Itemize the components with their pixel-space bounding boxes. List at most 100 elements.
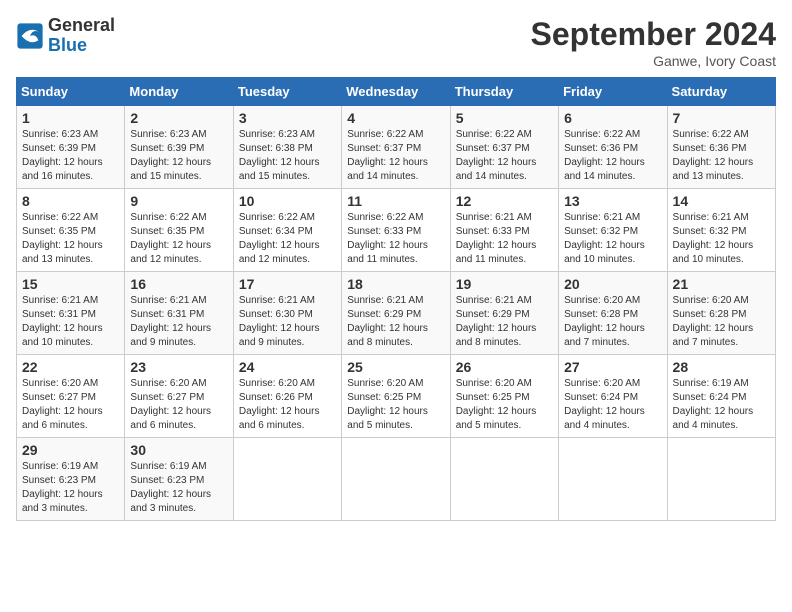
- day-info: Sunrise: 6:22 AMSunset: 6:34 PMDaylight:…: [239, 211, 336, 267]
- calendar-header-row: SundayMondayTuesdayWednesdayThursdayFrid…: [17, 78, 776, 106]
- day-number: 13: [564, 193, 661, 209]
- calendar-cell: 19 Sunrise: 6:21 AMSunset: 6:29 PMDayligh…: [450, 272, 558, 355]
- day-number: 28: [673, 359, 770, 375]
- calendar-cell: [559, 438, 667, 521]
- day-info: Sunrise: 6:22 AMSunset: 6:37 PMDaylight:…: [347, 128, 444, 184]
- calendar-cell: 8Sunrise: 6:22 AMSunset: 6:35 PMDaylight…: [17, 189, 125, 272]
- header-cell-thursday: Thursday: [450, 78, 558, 106]
- day-number: 22: [22, 359, 119, 375]
- day-info: Sunrise: 6:22 AMSunset: 6:36 PMDaylight:…: [564, 128, 661, 184]
- day-info: Sunrise: 6:19 AMSunset: 6:24 PMDaylight:…: [673, 377, 770, 433]
- header-cell-tuesday: Tuesday: [233, 78, 341, 106]
- day-info: Sunrise: 6:19 AMSunset: 6:23 PMDaylight:…: [22, 460, 119, 516]
- logo-line1: General: [48, 16, 115, 36]
- day-info: Sunrise: 6:21 AMSunset: 6:29 PMDaylight:…: [347, 294, 444, 350]
- day-info: Sunrise: 6:20 AMSunset: 6:26 PMDaylight:…: [239, 377, 336, 433]
- calendar-cell: [342, 438, 450, 521]
- calendar-cell: 12Sunrise: 6:21 AMSunset: 6:33 PMDayligh…: [450, 189, 558, 272]
- calendar-cell: 4Sunrise: 6:22 AMSunset: 6:37 PMDaylight…: [342, 106, 450, 189]
- calendar-cell: 30 Sunrise: 6:19 AMSunset: 6:23 PMDayligh…: [125, 438, 233, 521]
- calendar-cell: 18 Sunrise: 6:21 AMSunset: 6:29 PMDayligh…: [342, 272, 450, 355]
- day-info: Sunrise: 6:20 AMSunset: 6:27 PMDaylight:…: [22, 377, 119, 433]
- day-info: Sunrise: 6:22 AMSunset: 6:36 PMDaylight:…: [673, 128, 770, 184]
- calendar-cell: [450, 438, 558, 521]
- day-number: 30: [130, 442, 227, 458]
- calendar-week-row: 22 Sunrise: 6:20 AMSunset: 6:27 PMDayligh…: [17, 355, 776, 438]
- day-info: Sunrise: 6:23 AMSunset: 6:39 PMDaylight:…: [130, 128, 227, 184]
- calendar-cell: 27 Sunrise: 6:20 AMSunset: 6:24 PMDayligh…: [559, 355, 667, 438]
- calendar-week-row: 15 Sunrise: 6:21 AMSunset: 6:31 PMDayligh…: [17, 272, 776, 355]
- header-cell-friday: Friday: [559, 78, 667, 106]
- header-cell-wednesday: Wednesday: [342, 78, 450, 106]
- calendar-cell: 10 Sunrise: 6:22 AMSunset: 6:34 PMDayligh…: [233, 189, 341, 272]
- calendar-cell: 25 Sunrise: 6:20 AMSunset: 6:25 PMDayligh…: [342, 355, 450, 438]
- calendar-cell: 6 Sunrise: 6:22 AMSunset: 6:36 PMDaylight…: [559, 106, 667, 189]
- month-title: September 2024: [531, 16, 776, 53]
- day-info: Sunrise: 6:21 AMSunset: 6:32 PMDaylight:…: [564, 211, 661, 267]
- day-number: 8: [22, 193, 119, 209]
- day-info: Sunrise: 6:22 AMSunset: 6:37 PMDaylight:…: [456, 128, 553, 184]
- day-number: 10: [239, 193, 336, 209]
- header-cell-monday: Monday: [125, 78, 233, 106]
- day-number: 17: [239, 276, 336, 292]
- day-number: 14: [673, 193, 770, 209]
- day-info: Sunrise: 6:23 AMSunset: 6:39 PMDaylight:…: [22, 128, 119, 184]
- day-number: 5: [456, 110, 553, 126]
- calendar-cell: 23Sunrise: 6:20 AMSunset: 6:27 PMDayligh…: [125, 355, 233, 438]
- calendar-cell: 14Sunrise: 6:21 AMSunset: 6:32 PMDayligh…: [667, 189, 775, 272]
- day-info: Sunrise: 6:20 AMSunset: 6:28 PMDaylight:…: [564, 294, 661, 350]
- calendar-cell: 29Sunrise: 6:19 AMSunset: 6:23 PMDayligh…: [17, 438, 125, 521]
- calendar-cell: 28 Sunrise: 6:19 AMSunset: 6:24 PMDayligh…: [667, 355, 775, 438]
- day-number: 24: [239, 359, 336, 375]
- day-number: 21: [673, 276, 770, 292]
- header-cell-saturday: Saturday: [667, 78, 775, 106]
- day-number: 6: [564, 110, 661, 126]
- calendar-cell: 20 Sunrise: 6:20 AMSunset: 6:28 PMDayligh…: [559, 272, 667, 355]
- day-number: 27: [564, 359, 661, 375]
- day-number: 19: [456, 276, 553, 292]
- day-info: Sunrise: 6:19 AMSunset: 6:23 PMDaylight:…: [130, 460, 227, 516]
- calendar-week-row: 1 Sunrise: 6:23 AMSunset: 6:39 PMDaylight…: [17, 106, 776, 189]
- logo: General Blue: [16, 16, 115, 56]
- day-info: Sunrise: 6:23 AMSunset: 6:38 PMDaylight:…: [239, 128, 336, 184]
- calendar-cell: 11Sunrise: 6:22 AMSunset: 6:33 PMDayligh…: [342, 189, 450, 272]
- day-number: 2: [130, 110, 227, 126]
- day-number: 18: [347, 276, 444, 292]
- day-info: Sunrise: 6:21 AMSunset: 6:31 PMDaylight:…: [22, 294, 119, 350]
- day-number: 12: [456, 193, 553, 209]
- calendar-cell: 15 Sunrise: 6:21 AMSunset: 6:31 PMDayligh…: [17, 272, 125, 355]
- calendar-cell: 1 Sunrise: 6:23 AMSunset: 6:39 PMDaylight…: [17, 106, 125, 189]
- day-number: 15: [22, 276, 119, 292]
- header-cell-sunday: Sunday: [17, 78, 125, 106]
- day-number: 26: [456, 359, 553, 375]
- day-number: 1: [22, 110, 119, 126]
- calendar-cell: 22 Sunrise: 6:20 AMSunset: 6:27 PMDayligh…: [17, 355, 125, 438]
- calendar-cell: 5 Sunrise: 6:22 AMSunset: 6:37 PMDaylight…: [450, 106, 558, 189]
- day-number: 9: [130, 193, 227, 209]
- header: General Blue September 2024 Ganwe, Ivory…: [16, 16, 776, 69]
- calendar-cell: 13 Sunrise: 6:21 AMSunset: 6:32 PMDayligh…: [559, 189, 667, 272]
- day-info: Sunrise: 6:21 AMSunset: 6:29 PMDaylight:…: [456, 294, 553, 350]
- logo-icon: [16, 22, 44, 50]
- calendar-cell: 24 Sunrise: 6:20 AMSunset: 6:26 PMDayligh…: [233, 355, 341, 438]
- day-info: Sunrise: 6:22 AMSunset: 6:33 PMDaylight:…: [347, 211, 444, 267]
- day-info: Sunrise: 6:20 AMSunset: 6:25 PMDaylight:…: [347, 377, 444, 433]
- day-number: 20: [564, 276, 661, 292]
- calendar-cell: 26Sunrise: 6:20 AMSunset: 6:25 PMDayligh…: [450, 355, 558, 438]
- day-info: Sunrise: 6:20 AMSunset: 6:27 PMDaylight:…: [130, 377, 227, 433]
- calendar-cell: [233, 438, 341, 521]
- day-number: 3: [239, 110, 336, 126]
- calendar-table: SundayMondayTuesdayWednesdayThursdayFrid…: [16, 77, 776, 521]
- calendar-cell: 2 Sunrise: 6:23 AMSunset: 6:39 PMDaylight…: [125, 106, 233, 189]
- location: Ganwe, Ivory Coast: [531, 53, 776, 69]
- calendar-cell: 17Sunrise: 6:21 AMSunset: 6:30 PMDayligh…: [233, 272, 341, 355]
- day-info: Sunrise: 6:20 AMSunset: 6:24 PMDaylight:…: [564, 377, 661, 433]
- calendar-cell: 16Sunrise: 6:21 AMSunset: 6:31 PMDayligh…: [125, 272, 233, 355]
- calendar-week-row: 29Sunrise: 6:19 AMSunset: 6:23 PMDayligh…: [17, 438, 776, 521]
- calendar-week-row: 8 Sunrise: 6:22 AMSunset: 6:35 PMDaylight…: [17, 189, 776, 272]
- day-number: 25: [347, 359, 444, 375]
- title-area: September 2024 Ganwe, Ivory Coast: [531, 16, 776, 69]
- day-info: Sunrise: 6:22 AMSunset: 6:35 PMDaylight:…: [130, 211, 227, 267]
- calendar-cell: 21Sunrise: 6:20 AMSunset: 6:28 PMDayligh…: [667, 272, 775, 355]
- calendar-cell: 9 Sunrise: 6:22 AMSunset: 6:35 PMDaylight…: [125, 189, 233, 272]
